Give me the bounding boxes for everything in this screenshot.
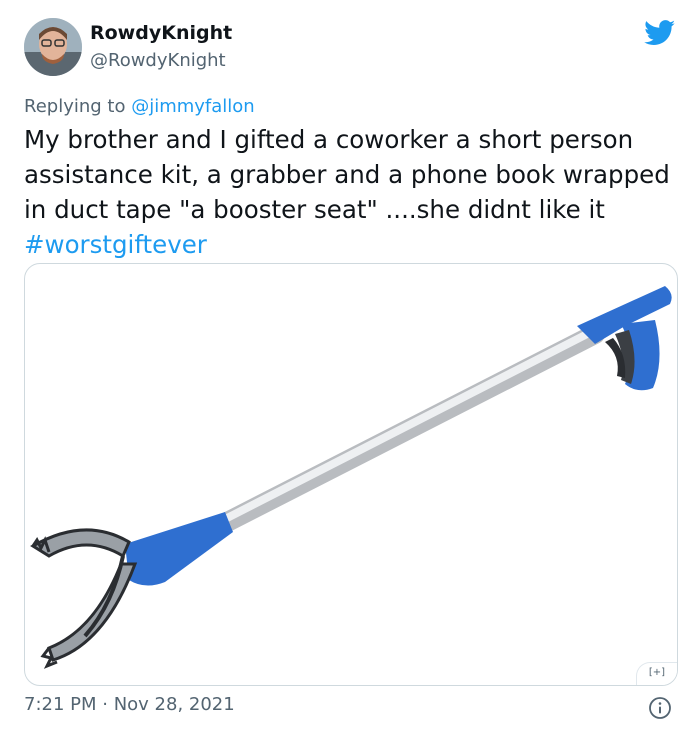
tweet-timestamp[interactable]: 7:21 PM · Nov 28, 2021 — [24, 694, 235, 715]
reply-to-link[interactable]: @jimmyfallon — [131, 96, 255, 117]
avatar[interactable] — [24, 18, 82, 76]
info-icon[interactable] — [648, 696, 672, 720]
media-expand-badge[interactable]: [+] — [636, 662, 677, 685]
tweet-body: My brother and I gifted a coworker a sho… — [24, 125, 670, 224]
tweet-text: My brother and I gifted a coworker a sho… — [24, 122, 674, 262]
hashtag-link[interactable]: #worstgiftever — [24, 230, 207, 259]
user-handle[interactable]: @RowdyKnight — [90, 50, 226, 71]
display-name[interactable]: RowdyKnight — [90, 22, 232, 44]
tweet-card: RowdyKnight @RowdyKnight Replying to @ji… — [0, 0, 691, 729]
reply-prefix: Replying to — [24, 96, 132, 117]
grabber-tool-image — [30, 286, 672, 669]
twitter-bird-icon[interactable] — [644, 20, 676, 46]
reply-context: Replying to @jimmyfallon — [24, 96, 255, 117]
tweet-image[interactable]: [+] — [24, 263, 678, 686]
